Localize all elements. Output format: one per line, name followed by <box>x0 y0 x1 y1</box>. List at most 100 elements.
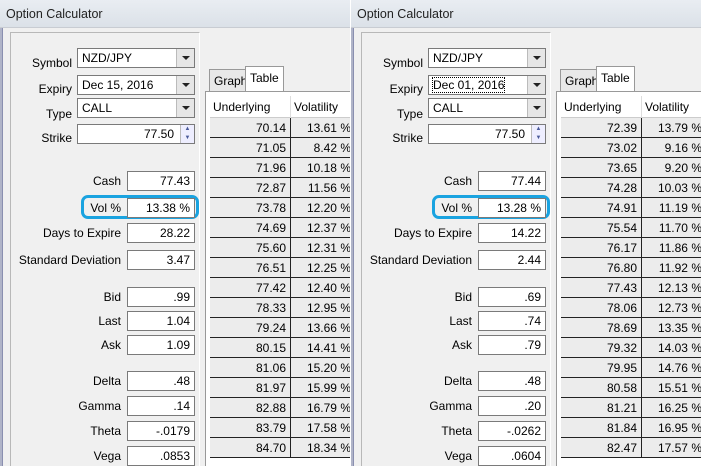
volatility-cell: 9.20 % <box>664 161 701 175</box>
theta-label: Theta <box>441 424 472 438</box>
table-row[interactable]: 76.51 12.25 % <box>210 258 350 278</box>
column-header-volatility[interactable]: Volatility <box>642 96 701 118</box>
table-row[interactable]: 78.69 13.35 % <box>561 318 701 338</box>
table-row[interactable]: 74.28 10.03 % <box>561 178 701 198</box>
strike-input[interactable]: 77.50 ▲ ▼ <box>428 124 546 144</box>
strike-label: Strike <box>392 131 423 145</box>
underlying-cell: 75.54 <box>561 218 642 237</box>
table-row[interactable]: 81.21 16.25 % <box>561 398 701 418</box>
table-row[interactable]: 74.69 12.37 % <box>210 218 350 238</box>
underlying-cell: 82.47 <box>561 438 642 457</box>
column-header-underlying[interactable]: Underlying <box>561 96 642 118</box>
expiry-value: Dec 15, 2016 <box>82 78 154 92</box>
table-row[interactable]: 77.43 12.13 % <box>561 278 701 298</box>
table-row[interactable]: 79.32 14.03 % <box>561 338 701 358</box>
last-field[interactable]: .74 <box>478 311 546 331</box>
column-header-underlying[interactable]: Underlying <box>210 96 291 118</box>
table-row[interactable]: 79.24 13.66 % <box>210 318 350 338</box>
table-row[interactable]: 75.54 11.70 % <box>561 218 701 238</box>
chevron-down-icon[interactable] <box>527 49 545 67</box>
sd-label: Standard Deviation <box>18 253 121 267</box>
strike-value: 77.50 <box>143 127 174 141</box>
volatility-cell: 11.19 % <box>658 201 701 215</box>
symbol-select[interactable]: NZD/JPY <box>428 48 546 68</box>
chevron-down-icon[interactable] <box>176 99 194 117</box>
days-field[interactable]: 14.22 <box>478 223 546 243</box>
table-row[interactable]: 81.97 15.99 % <box>210 378 350 398</box>
expiry-select[interactable]: Dec 01, 2016 <box>428 75 546 95</box>
table-row[interactable]: 78.33 12.95 % <box>210 298 350 318</box>
table-row[interactable]: 73.65 9.20 % <box>561 158 701 178</box>
days-field[interactable]: 28.22 <box>127 223 195 243</box>
table-row[interactable]: 72.39 13.79 % <box>561 118 701 138</box>
table-row[interactable]: 80.58 15.51 % <box>561 378 701 398</box>
table-row[interactable]: 84.70 18.34 % <box>210 438 350 458</box>
expiry-select[interactable]: Dec 15, 2016 <box>77 75 195 95</box>
chevron-down-icon[interactable] <box>527 76 545 94</box>
tab-table[interactable]: Table <box>596 66 635 91</box>
underlying-cell: 80.15 <box>210 338 291 357</box>
underlying-cell: 73.02 <box>561 138 642 157</box>
strike-spinner[interactable]: ▲ ▼ <box>180 125 194 143</box>
tab-table[interactable]: Table <box>245 66 284 91</box>
table-row[interactable]: 76.80 11.92 % <box>561 258 701 278</box>
gamma-field[interactable]: .14 <box>127 396 195 416</box>
table-row[interactable]: 73.02 9.16 % <box>561 138 701 158</box>
table-row[interactable]: 81.84 16.95 % <box>561 418 701 438</box>
delta-field[interactable]: .48 <box>478 371 546 391</box>
table-row[interactable]: 76.17 11.86 % <box>561 238 701 258</box>
type-select[interactable]: CALL <box>77 98 195 118</box>
sd-field[interactable]: 3.47 <box>127 250 195 270</box>
table-row[interactable]: 81.06 15.20 % <box>210 358 350 378</box>
last-label: Last <box>449 314 472 328</box>
table-row[interactable]: 71.05 8.42 % <box>210 138 350 158</box>
volatility-cell: 10.18 % <box>306 161 350 175</box>
theta-field[interactable]: -.0179 <box>127 421 195 441</box>
vega-field[interactable]: .0853 <box>127 446 195 466</box>
underlying-cell: 73.65 <box>561 158 642 177</box>
column-header-volatility[interactable]: Volatility <box>291 96 350 118</box>
table-row[interactable]: 79.95 14.76 % <box>561 358 701 378</box>
gamma-field[interactable]: .20 <box>478 396 546 416</box>
chevron-down-icon[interactable] <box>176 49 194 67</box>
strike-input[interactable]: 77.50 ▲ ▼ <box>77 124 195 144</box>
type-value: CALL <box>433 101 464 115</box>
table-row[interactable]: 72.87 11.56 % <box>210 178 350 198</box>
ask-field[interactable]: .79 <box>478 335 546 355</box>
table-row[interactable]: 71.96 10.18 % <box>210 158 350 178</box>
table-row[interactable]: 73.78 12.20 % <box>210 198 350 218</box>
table-row[interactable]: 74.91 11.19 % <box>561 198 701 218</box>
table-row[interactable]: 83.79 17.58 % <box>210 418 350 438</box>
type-select[interactable]: CALL <box>428 98 546 118</box>
table-row[interactable]: 78.06 12.73 % <box>561 298 701 318</box>
table-row[interactable]: 82.88 16.79 % <box>210 398 350 418</box>
table-row[interactable]: 82.47 17.57 % <box>561 438 701 458</box>
table-row[interactable]: 70.14 13.61 % <box>210 118 350 138</box>
spin-up-icon[interactable]: ▲ <box>181 125 194 134</box>
table-row[interactable]: 75.60 12.31 % <box>210 238 350 258</box>
chevron-down-icon[interactable] <box>176 76 194 94</box>
vol-field[interactable]: 13.38 % <box>127 198 195 218</box>
last-field[interactable]: 1.04 <box>127 311 195 331</box>
type-value: CALL <box>82 101 113 115</box>
sd-field[interactable]: 2.44 <box>478 250 546 270</box>
cash-field[interactable]: 77.43 <box>127 171 195 191</box>
ask-field[interactable]: 1.09 <box>127 335 195 355</box>
volatility-cell: 11.92 % <box>658 261 701 275</box>
vega-field[interactable]: .0604 <box>478 446 546 466</box>
vol-field[interactable]: 13.28 % <box>478 198 546 218</box>
spin-down-icon[interactable]: ▼ <box>181 134 194 143</box>
cash-field[interactable]: 77.44 <box>478 171 546 191</box>
chevron-down-icon[interactable] <box>527 99 545 117</box>
table-row[interactable]: 80.15 14.41 % <box>210 338 350 358</box>
symbol-select[interactable]: NZD/JPY <box>77 48 195 68</box>
bid-field[interactable]: .69 <box>478 287 546 307</box>
strike-spinner[interactable]: ▲ ▼ <box>531 125 545 143</box>
spin-up-icon[interactable]: ▲ <box>532 125 545 134</box>
theta-field[interactable]: -.0262 <box>478 421 546 441</box>
bid-field[interactable]: .99 <box>127 287 195 307</box>
table-row[interactable]: 77.42 12.40 % <box>210 278 350 298</box>
spin-down-icon[interactable]: ▼ <box>532 134 545 143</box>
volatility-cell: 11.86 % <box>658 241 701 255</box>
delta-field[interactable]: .48 <box>127 371 195 391</box>
